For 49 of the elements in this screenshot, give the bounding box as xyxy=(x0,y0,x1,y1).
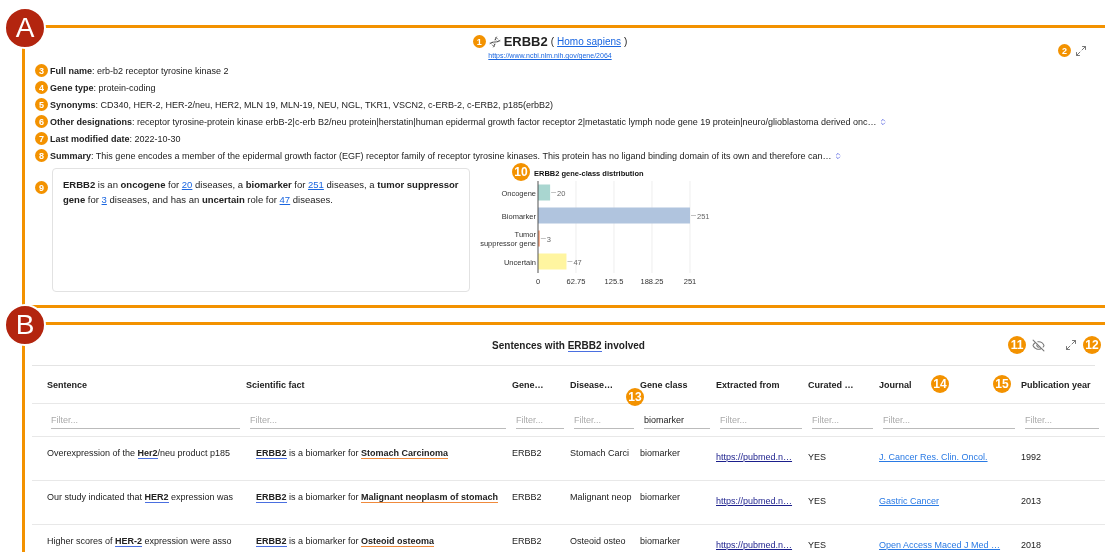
gene-symbol: ERBB2 xyxy=(503,34,548,49)
marker-badge: 10 xyxy=(512,163,530,181)
sentence-cell-text: Our study indicated that HER2 expression was xyxy=(47,491,235,505)
marker-badge: 15 xyxy=(993,375,1011,393)
gene-fact: Synonyms: CD340, HER-2, HER-2/neu, HER2, MLN 19, MLN-19, NEU, NGL, TKR1, VSCN2, c-ERB-2, c-ERB2, p185(erbB2) xyxy=(50,99,553,110)
marker-badge: 9 xyxy=(35,181,48,194)
marker-badge: 3 xyxy=(35,64,48,77)
table-cell-text: YES xyxy=(808,495,827,508)
sentence-cell-text: Overexpression of the Her2/neu product p185 xyxy=(47,447,232,461)
table-cell-text: Malignant neop xyxy=(570,491,633,504)
paren: ) xyxy=(624,36,628,47)
marker-badge: 12 xyxy=(1083,336,1101,354)
table-cell-text: ERBB2 xyxy=(512,491,543,504)
gene-fact: Gene type: protein-coding xyxy=(50,82,156,93)
table-cell-text: Osteoid osteo xyxy=(570,535,627,548)
marker-badge: 5 xyxy=(35,98,48,111)
gene-fact: Other designations: receptor tyrosine-protein kinase erbB-2|c-erb B2/neu protein|herstatin|human epidermal growth factor receptor 2|metastatic lymph node gene 19 protein|neuro/glioblastoma derived onc… xyxy=(50,116,877,127)
gene-fact: Full name: erb-b2 receptor tyrosine kinase 2 xyxy=(50,65,229,76)
table-cell-text: Stomach Carci xyxy=(570,447,631,460)
section-marker: B xyxy=(4,304,46,346)
table-cell-text: biomarker xyxy=(640,535,681,548)
marker-badge: 2 xyxy=(1058,44,1071,57)
table-cell-text: YES xyxy=(808,451,827,464)
table-cell-text: ERBB2 xyxy=(512,535,543,548)
table-cell-text: 2013 xyxy=(1021,495,1043,508)
fact-cell-text: ERBB2 is a biomarker for Osteoid osteoma xyxy=(255,535,436,549)
table-cell-text: YES xyxy=(808,539,827,552)
marker-badge: 7 xyxy=(35,132,48,145)
marker-badge: 11 xyxy=(1008,336,1026,354)
section-marker: A xyxy=(4,7,46,49)
fact-cell-text: ERBB2 is a biomarker for Malignant neoplasm of stomach xyxy=(255,491,500,505)
marker-badge: 6 xyxy=(35,115,48,128)
table-title: Sentences with ERBB2 involved xyxy=(492,339,645,351)
table-cell-text: 2018 xyxy=(1021,539,1043,552)
marker-badge: 8 xyxy=(35,149,48,162)
gene-class-summary: ERBB2 is an oncogene for 20 diseases, a biomarker for 251 diseases, a tumor suppressor gene for 3 diseases, and has an uncertain role for 47 diseases. xyxy=(63,178,459,207)
table-cell-text: biomarker xyxy=(640,491,681,504)
fact-cell-text: ERBB2 is a biomarker for Stomach Carcinoma xyxy=(255,447,450,461)
gene-fact: Summary: This gene encodes a member of the epidermal growth factor (EGF) receptor family of receptor tyrosine kinases. This protein has no ligand binding domain of its own and therefore can… xyxy=(50,150,832,161)
gene-fact: Last modified date: 2022-10-30 xyxy=(50,133,181,144)
paren: ( xyxy=(550,36,555,47)
marker-badge: 14 xyxy=(931,375,949,393)
table-cell-text: 1992 xyxy=(1021,451,1043,464)
marker-badge: 13 xyxy=(626,388,644,406)
table-cell-text: biomarker xyxy=(640,447,681,460)
table-cell-text: ERBB2 xyxy=(512,447,543,460)
marker-badge: 1 xyxy=(472,35,486,48)
marker-badge: 4 xyxy=(35,81,48,94)
sentence-cell-text: Higher scores of HER-2 expression were asso xyxy=(47,535,233,549)
